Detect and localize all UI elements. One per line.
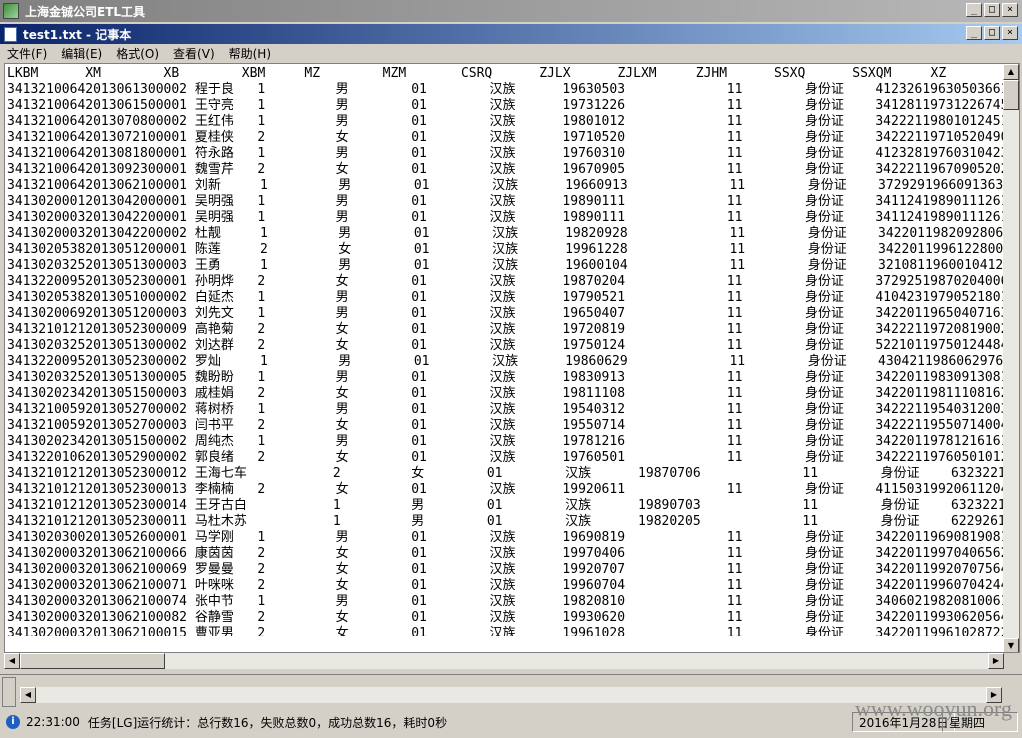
status-message: 任务[LG]运行统计：总行数16，失败总数0，成功总数16，耗时0秒 [87,715,448,730]
file-record-line: 34130202342013051500003 戚桂娟 2 女 01 汉族 19… [7,386,1007,401]
file-record-line: 34130200032013062100066 康茵茵 2 女 01 汉族 19… [7,546,1007,561]
outer-window-buttons: _ □ × [966,3,1018,17]
file-record-line: 34132200952013052300001 孙明烨 2 女 01 汉族 19… [7,274,1007,289]
file-record-line: 34130200032013042200002 杜靓 1 男 01 汉族 198… [7,226,1007,241]
file-record-line: 34132100592013052700002 蒋树桥 1 男 01 汉族 19… [7,402,1007,417]
notepad-close-button[interactable]: × [1002,26,1018,40]
file-record-line: 34132100642013092300001 魏雪芹 2 女 01 汉族 19… [7,162,1007,177]
info-icon: i [6,715,20,729]
file-record-line: 34130200032013062100015 曹亚男 2 女 01 汉族 19… [7,626,1007,636]
file-record-line: 34132100642013061500001 王守亮 1 男 01 汉族 19… [7,98,1007,113]
file-record-line: 34132100592013052700003 闫书平 2 女 01 汉族 19… [7,418,1007,433]
file-record-line: 34132100642013061300002 程于良 1 男 01 汉族 19… [7,82,1007,97]
file-record-line: 34132100642013070800002 王红伟 1 男 01 汉族 19… [7,114,1007,129]
file-record-line: 34130200032013062100071 叶咪咪 2 女 01 汉族 19… [7,578,1007,593]
menu-format[interactable]: 格式(O) [109,45,166,62]
outer-window-title: 上海金铖公司ETL工具 [25,4,146,19]
scroll-up-icon[interactable]: ▲ [1003,64,1019,80]
lower-scroll-left-icon[interactable]: ◀ [20,687,36,703]
etl-app-icon [3,3,19,19]
scroll-down-icon[interactable]: ▼ [1003,638,1019,652]
file-record-line: 34130203252013051300005 魏盼盼 1 男 01 汉族 19… [7,370,1007,385]
file-record-line: 34130200032013042200001 吴明强 1 男 01 汉族 19… [7,210,1007,225]
file-record-line: 34130202342013051500002 周纯杰 1 男 01 汉族 19… [7,434,1007,449]
file-record-line: 34130200032013062100074 张中节 1 男 01 汉族 19… [7,594,1007,609]
watermark-text: www.wooyun.org [854,696,1012,721]
file-header-line: LKBM XM XB XBM MZ MZM CSRQ ZJLX ZJLXM ZJ… [7,66,947,81]
vertical-scroll-thumb[interactable] [1003,80,1019,110]
menu-view[interactable]: 查看(V) [166,45,222,62]
menu-bar: 文件(F) 编辑(E) 格式(O) 查看(V) 帮助(H) [0,44,1022,62]
notepad-window-buttons: _ □ × [966,26,1018,40]
file-record-line: 34132100642013072100001 夏桂侠 2 女 01 汉族 19… [7,130,1007,145]
text-content[interactable]: LKBM XM XB XBM MZ MZM CSRQ ZJLX ZJLXM ZJ… [7,66,1007,636]
file-record-line: 34130200032013062100069 罗曼曼 2 女 01 汉族 19… [7,562,1007,577]
scroll-right-icon[interactable]: ▶ [988,653,1004,669]
menu-edit[interactable]: 编辑(E) [54,45,109,62]
outer-title-bar[interactable]: 上海金铖公司ETL工具 _ □ × [0,0,1022,22]
vertical-scrollbar[interactable]: ▲ ▼ [1003,64,1019,652]
notepad-title-bar[interactable]: test1.txt - 记事本 _ □ × [0,24,1022,44]
file-record-line: 34132201062013052900002 郭良绪 2 女 01 汉族 19… [7,450,1007,465]
file-record-line: 34132101212013052300013 李楠楠 2 女 01 汉族 19… [7,482,1007,497]
file-record-line: 34130200012013042000001 吴明强 1 男 01 汉族 19… [7,194,1007,209]
status-time: 22:31:00 [26,715,80,729]
file-record-line: 34130200692013051200003 刘先文 1 男 01 汉族 19… [7,306,1007,321]
file-record-line: 34132101212013052300009 高艳菊 2 女 01 汉族 19… [7,322,1007,337]
file-record-line: 34132100642013062100001 刘新 1 男 01 汉族 196… [7,178,1007,193]
notepad-maximize-button[interactable]: □ [984,26,1000,40]
file-record-line: 34132101212013052300011 马杜木苏 1 男 01 汉族 1… [7,514,1007,529]
panel-splitter[interactable] [2,677,16,707]
file-record-line: 34130200032013062100082 谷静雪 2 女 01 汉族 19… [7,610,1007,625]
file-record-line: 34132101212013052300014 王牙古白 1 男 01 汉族 1… [7,498,1007,513]
file-record-line: 34130205382013051200001 陈莲 2 女 01 汉族 199… [7,242,1007,257]
outer-maximize-button[interactable]: □ [984,3,1000,17]
horizontal-scroll-thumb[interactable] [20,653,165,669]
notepad-minimize-button[interactable]: _ [966,26,982,40]
file-record-line: 34132101212013052300012 王海七车 2 女 01 汉族 1… [7,466,1007,481]
file-record-line: 34130203002013052600001 马学刚 1 男 01 汉族 19… [7,530,1007,545]
notepad-icon [4,26,17,42]
file-record-line: 34132100642013081800001 符永路 1 男 01 汉族 19… [7,146,1007,161]
file-record-line: 34130203252013051300003 王勇 1 男 01 汉族 196… [7,258,1007,273]
scroll-left-icon[interactable]: ◀ [4,653,20,669]
notepad-window-title: test1.txt - 记事本 [23,27,132,42]
text-editor[interactable]: LKBM XM XB XBM MZ MZM CSRQ ZJLX ZJLXM ZJ… [4,63,1020,653]
menu-file[interactable]: 文件(F) [0,45,54,62]
menu-help[interactable]: 帮助(H) [222,45,278,62]
file-record-line: 34130203252013051300002 刘达群 2 女 01 汉族 19… [7,338,1007,353]
file-record-line: 34130205382013051000002 白延杰 1 男 01 汉族 19… [7,290,1007,305]
outer-close-button[interactable]: × [1002,3,1018,17]
outer-minimize-button[interactable]: _ [966,3,982,17]
file-record-line: 34132200952013052300002 罗灿 1 男 01 汉族 198… [7,354,1007,369]
horizontal-scrollbar[interactable]: ◀ ▶ [4,653,1004,669]
